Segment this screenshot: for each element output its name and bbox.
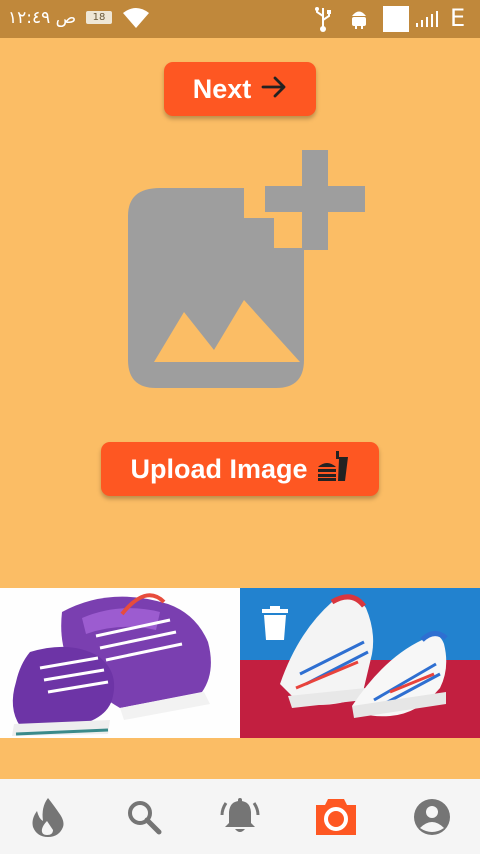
signal-icon bbox=[414, 10, 440, 32]
network-type: E bbox=[450, 4, 466, 32]
image-gallery bbox=[0, 588, 480, 738]
nav-item-account[interactable] bbox=[384, 779, 480, 854]
nav-item-camera[interactable] bbox=[288, 779, 384, 854]
battery-indicator: 18 bbox=[86, 11, 112, 24]
arrow-right-icon bbox=[261, 74, 287, 105]
gallery-image-purple-sneakers[interactable] bbox=[0, 588, 240, 738]
usb-icon bbox=[313, 6, 333, 36]
next-button[interactable]: Next bbox=[164, 62, 316, 116]
nav-item-notifications[interactable] bbox=[192, 779, 288, 854]
notification-square bbox=[383, 6, 409, 32]
fastfood-icon bbox=[316, 449, 350, 490]
upload-image-button[interactable]: Upload Image bbox=[101, 442, 379, 496]
wifi-icon bbox=[122, 6, 150, 34]
delete-icon[interactable] bbox=[262, 606, 288, 644]
status-bar: ص ١٢:٤٩ 18 E bbox=[0, 0, 480, 38]
nav-item-search[interactable] bbox=[96, 779, 192, 854]
bottom-navigation bbox=[0, 779, 480, 854]
next-label: Next bbox=[192, 73, 252, 104]
gallery-image-white-sneakers[interactable] bbox=[240, 588, 480, 738]
nav-item-trending[interactable] bbox=[0, 779, 96, 854]
upload-label: Upload Image bbox=[130, 453, 308, 484]
android-icon bbox=[349, 6, 369, 34]
add-photo-placeholder-icon bbox=[128, 150, 368, 394]
status-time: ص ١٢:٤٩ bbox=[8, 8, 77, 28]
